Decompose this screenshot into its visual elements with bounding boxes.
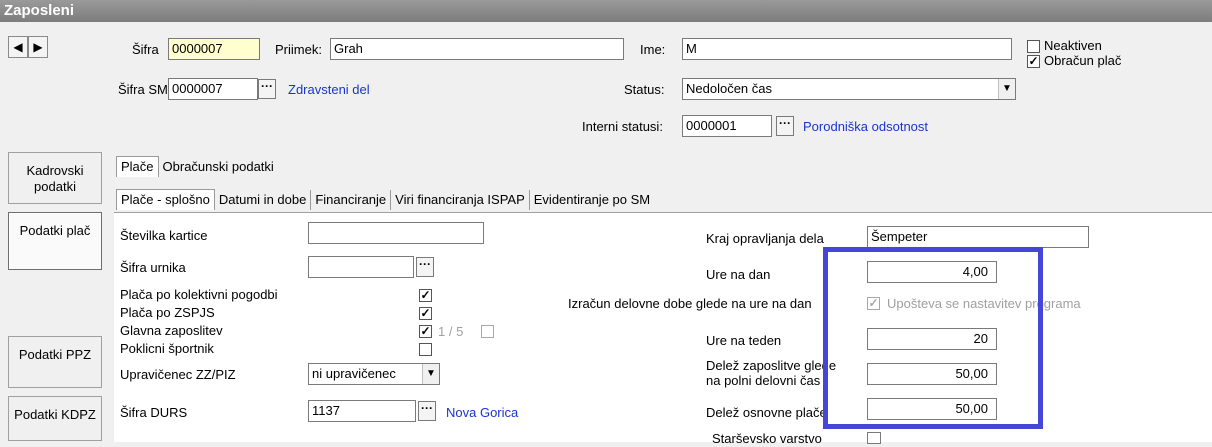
priimek-input[interactable]: Grah	[330, 38, 624, 60]
ime-input[interactable]: M	[682, 38, 1012, 60]
obracun-checkbox[interactable]: ✓	[1027, 55, 1040, 68]
stevilka-kartice-input[interactable]	[308, 222, 484, 244]
delez-label-1: Delež zaposlitve glede	[706, 358, 837, 373]
delez-osnovne-label: Delež osnovne plače	[706, 405, 827, 420]
sidebar-item-podatki-kdpz[interactable]: Podatki KDPZ	[8, 396, 102, 441]
next-record-button[interactable]: ▶	[28, 36, 48, 58]
upravicenec-select[interactable]: ni upravičenec	[308, 363, 440, 385]
starsevsko-label: Starševsko varstvo	[712, 431, 822, 446]
glavna-counter: 1 / 5	[438, 324, 464, 339]
ure-dan-label: Ure na dan	[706, 267, 771, 282]
tab-evidentiranje-po-sm[interactable]: Evidentiranje po SM	[530, 190, 654, 210]
sifra-urnika-label: Šifra urnika	[120, 260, 186, 275]
tabs-top: Plače Obračunski podatki	[116, 156, 278, 177]
interni-statusi-link[interactable]: Porodniška odsotnost	[803, 119, 928, 135]
starsevsko-input[interactable]	[867, 432, 881, 444]
ime-label: Ime:	[640, 42, 666, 57]
poklicni-checkbox[interactable]	[419, 343, 432, 356]
interni-statusi-label: Interni statusi:	[582, 119, 663, 134]
prev-record-button[interactable]: ◀	[8, 36, 28, 58]
status-label: Status:	[624, 82, 665, 97]
tab-datumi-in-dobe[interactable]: Datumi in dobe	[215, 190, 312, 210]
sifra-urnika-input[interactable]	[308, 256, 414, 278]
interni-statusi-lookup-button[interactable]: ···	[776, 116, 794, 136]
glavna-checkbox[interactable]: ✓	[419, 325, 432, 338]
status-dropdown-button[interactable]: ▼	[998, 79, 1015, 99]
sidebar-item-label: Kadrovski podatki	[26, 163, 84, 194]
durs-input[interactable]: 1137	[308, 400, 416, 422]
sifra-urnika-lookup-button[interactable]: ···	[416, 257, 434, 277]
sidebar-item-label: Podatki plač	[19, 223, 91, 238]
tab-place-splosno[interactable]: Plače - splošno	[116, 189, 215, 210]
sifra-label: Šifra	[132, 42, 159, 57]
sifra-sm-label: Šifra SM	[118, 82, 168, 97]
window-title: Zaposleni	[0, 0, 1212, 22]
kolektivni-checkbox[interactable]: ✓	[419, 289, 432, 302]
priimek-label: Priimek:	[275, 42, 322, 57]
upravicenec-value: ni upravičenec	[312, 366, 396, 381]
sidebar-item-podatki-plac[interactable]: Podatki plač	[8, 212, 102, 270]
status-value: Nedoločen čas	[686, 81, 772, 96]
sifra-input[interactable]: 0000007	[168, 38, 260, 60]
sifra-sm-lookup-button[interactable]: ···	[258, 79, 276, 99]
status-select[interactable]: Nedoločen čas	[682, 78, 1016, 100]
durs-link[interactable]: Nova Gorica	[446, 405, 518, 421]
zspjs-label: Plača po ZSPJS	[120, 305, 215, 320]
tab-viri-financiranja[interactable]: Viri financiranja ISPAP	[391, 190, 530, 210]
poklicni-label: Poklicni športnik	[120, 341, 214, 356]
zspjs-checkbox[interactable]: ✓	[419, 307, 432, 320]
durs-label: Šifra DURS	[120, 405, 188, 420]
tab-financiranje[interactable]: Financiranje	[311, 190, 392, 210]
interni-statusi-input[interactable]: 0000001	[682, 115, 772, 137]
durs-lookup-button[interactable]: ···	[418, 401, 436, 421]
kraj-input[interactable]: Šempeter	[867, 226, 1089, 248]
chevron-down-icon: ▼	[426, 368, 436, 379]
tab-obracunski-podatki[interactable]: Obračunski podatki	[159, 157, 278, 177]
sifra-sm-link[interactable]: Zdravsteni del	[288, 82, 370, 98]
kraj-label: Kraj opravljanja dela	[706, 231, 824, 246]
sidebar-item-kadrovski[interactable]: Kadrovski podatki	[8, 152, 102, 204]
sidebar-item-label: Podatki PPZ	[18, 347, 92, 362]
sidebar-item-label: Podatki KDPZ	[14, 407, 96, 422]
highlight-rectangle	[823, 247, 1043, 429]
sifra-sm-input[interactable]: 0000007	[168, 78, 258, 100]
obracun-label: Obračun plač	[1044, 53, 1122, 68]
neaktiven-checkbox[interactable]	[1027, 40, 1040, 53]
kolektivni-label: Plača po kolektivni pogodbi	[120, 287, 278, 302]
tabs-sub: Plače - splošno Datumi in dobe Financiranj…	[116, 189, 654, 210]
chevron-down-icon: ▼	[1002, 83, 1012, 94]
delez-label-2: na polni delovni čas	[706, 373, 821, 388]
stevilka-kartice-label: Številka kartice	[120, 228, 208, 243]
glavna-extra-checkbox	[481, 325, 494, 338]
izracun-label: Izračun delovne dobe glede na ure na dan	[568, 296, 812, 311]
ure-teden-label: Ure na teden	[706, 333, 782, 348]
tab-place[interactable]: Plače	[116, 156, 159, 177]
glavna-label: Glavna zaposlitev	[120, 323, 223, 338]
arrow-left-icon: ◀	[13, 40, 23, 54]
sidebar-item-podatki-ppz[interactable]: Podatki PPZ	[8, 336, 102, 388]
upravicenec-label: Upravičenec ZZ/PIZ	[120, 367, 236, 382]
arrow-right-icon: ▶	[33, 40, 43, 54]
upravicenec-dropdown-button[interactable]: ▼	[422, 364, 439, 384]
neaktiven-label: Neaktiven	[1044, 38, 1102, 53]
